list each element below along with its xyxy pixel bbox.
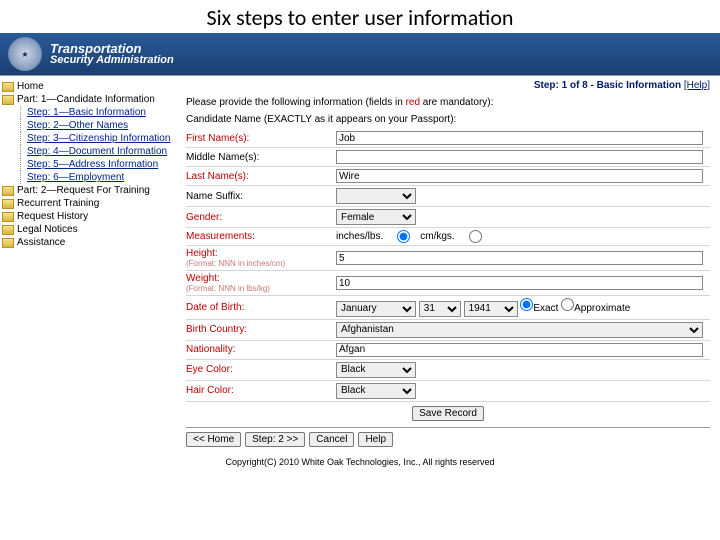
dob-year-select[interactable]: 1941: [464, 301, 518, 317]
nav-legal-label: Legal Notices: [17, 224, 78, 235]
nav-buttons: << Home Step: 2 >> Cancel Help: [186, 428, 710, 451]
save-button[interactable]: Save Record: [412, 406, 484, 421]
step-header: Step: 1 of 8 - Basic Information [Help]: [186, 80, 710, 91]
measurements-label: Measurements:: [186, 231, 336, 242]
gender-label: Gender:: [186, 212, 336, 223]
nav-part1-label: Part: 1—Candidate Information: [17, 94, 155, 105]
copyright: Copyright(C) 2010 White Oak Technologies…: [0, 451, 720, 469]
weight-hint: (Format: NNN in lbs/kg): [186, 284, 336, 293]
dob-month-select[interactable]: January: [336, 301, 416, 317]
last-name-label: Last Name(s):: [186, 171, 336, 182]
suffix-select[interactable]: [336, 188, 416, 204]
nav-step2[interactable]: Step: 2—Other Names: [20, 119, 178, 132]
folder-icon: [2, 82, 14, 92]
banner-line2: Security: [50, 54, 93, 66]
suffix-label: Name Suffix:: [186, 191, 336, 202]
height-input[interactable]: [336, 251, 703, 265]
measure-cm-radio[interactable]: [469, 230, 482, 243]
eye-color-select[interactable]: Black: [336, 362, 416, 378]
nav-step3[interactable]: Step: 3—Citizenship Information: [20, 132, 178, 145]
dob-day-select[interactable]: 31: [419, 301, 461, 317]
measure-opt2-label: cm/kgs.: [420, 231, 454, 242]
dob-label: Date of Birth:: [186, 302, 336, 313]
measure-inches-radio[interactable]: [397, 230, 410, 243]
folder-icon: [2, 212, 14, 222]
nav-step6[interactable]: Step: 6—Employment: [20, 171, 178, 184]
dob-exact-label: Exact: [533, 303, 558, 314]
dob-exact-radio[interactable]: [520, 298, 533, 311]
sidebar: Home Part: 1—Candidate Information Step:…: [0, 76, 180, 451]
folder-icon: [2, 186, 14, 196]
eye-color-label: Eye Color:: [186, 364, 336, 375]
hair-color-select[interactable]: Black: [336, 383, 416, 399]
dob-approx-radio[interactable]: [561, 298, 574, 311]
nav-home[interactable]: Home: [2, 80, 178, 93]
agency-seal-icon: ★: [8, 37, 42, 71]
dob-approx-label: Approximate: [574, 303, 630, 314]
height-hint: (Format: NNN in inches/cm): [186, 259, 336, 268]
nav-part1[interactable]: Part: 1—Candidate Information: [2, 93, 178, 106]
middle-name-label: Middle Name(s):: [186, 152, 336, 163]
nav-home-label: Home: [17, 81, 44, 92]
help-button[interactable]: Help: [358, 432, 393, 447]
folder-icon: [2, 199, 14, 209]
nav-step1[interactable]: Step: 1—Basic Information: [20, 106, 178, 119]
help-link[interactable]: [Help]: [684, 80, 710, 91]
nav-part2[interactable]: Part: 2—Request For Training: [2, 184, 178, 197]
intro-pre: Please provide the following information…: [186, 97, 406, 108]
first-name-label: First Name(s):: [186, 133, 336, 144]
weight-label: Weight:(Format: NNN in lbs/kg): [186, 273, 336, 293]
nav-step5[interactable]: Step: 5—Address Information: [20, 158, 178, 171]
nav-recurrent-label: Recurrent Training: [17, 198, 99, 209]
intro-post: are mandatory):: [420, 97, 493, 108]
home-button[interactable]: << Home: [186, 432, 241, 447]
birth-country-select[interactable]: Afghanistan: [336, 322, 703, 338]
height-label: Height:(Format: NNN in inches/cm): [186, 248, 336, 268]
slide-title: Six steps to enter user information: [0, 0, 720, 33]
birth-country-label: Birth Country:: [186, 324, 336, 335]
nav-legal[interactable]: Legal Notices: [2, 223, 178, 236]
next-step-button[interactable]: Step: 2 >>: [245, 432, 305, 447]
nationality-label: Nationality:: [186, 344, 336, 355]
hair-color-label: Hair Color:: [186, 385, 336, 396]
measure-opt1-label: inches/lbs.: [336, 231, 383, 242]
nav-assistance-label: Assistance: [17, 237, 65, 248]
banner-text: Transportation Security Administration: [50, 42, 174, 66]
first-name-input[interactable]: [336, 131, 703, 145]
last-name-input[interactable]: [336, 169, 703, 183]
main-panel: Step: 1 of 8 - Basic Information [Help] …: [180, 76, 720, 451]
nationality-input[interactable]: [336, 343, 703, 357]
cancel-button[interactable]: Cancel: [309, 432, 354, 447]
intro-text: Please provide the following information…: [186, 97, 710, 108]
nav-part2-label: Part: 2—Request For Training: [17, 185, 150, 196]
folder-icon: [2, 238, 14, 248]
nav-step4[interactable]: Step: 4—Document Information: [20, 145, 178, 158]
step-title: Step: 1 of 8 - Basic Information: [534, 80, 681, 91]
nav-assistance[interactable]: Assistance: [2, 236, 178, 249]
nav-recurrent[interactable]: Recurrent Training: [2, 197, 178, 210]
section-label: Candidate Name (EXACTLY as it appears on…: [186, 114, 710, 125]
weight-input[interactable]: [336, 276, 703, 290]
intro-red: red: [406, 97, 420, 108]
folder-icon: [2, 225, 14, 235]
header-banner: ★ Transportation Security Administration: [0, 33, 720, 75]
gender-select[interactable]: Female: [336, 209, 416, 225]
folder-icon: [2, 95, 14, 105]
banner-line3: Administration: [96, 54, 174, 66]
nav-history[interactable]: Request History: [2, 210, 178, 223]
middle-name-input[interactable]: [336, 150, 703, 164]
nav-history-label: Request History: [17, 211, 88, 222]
